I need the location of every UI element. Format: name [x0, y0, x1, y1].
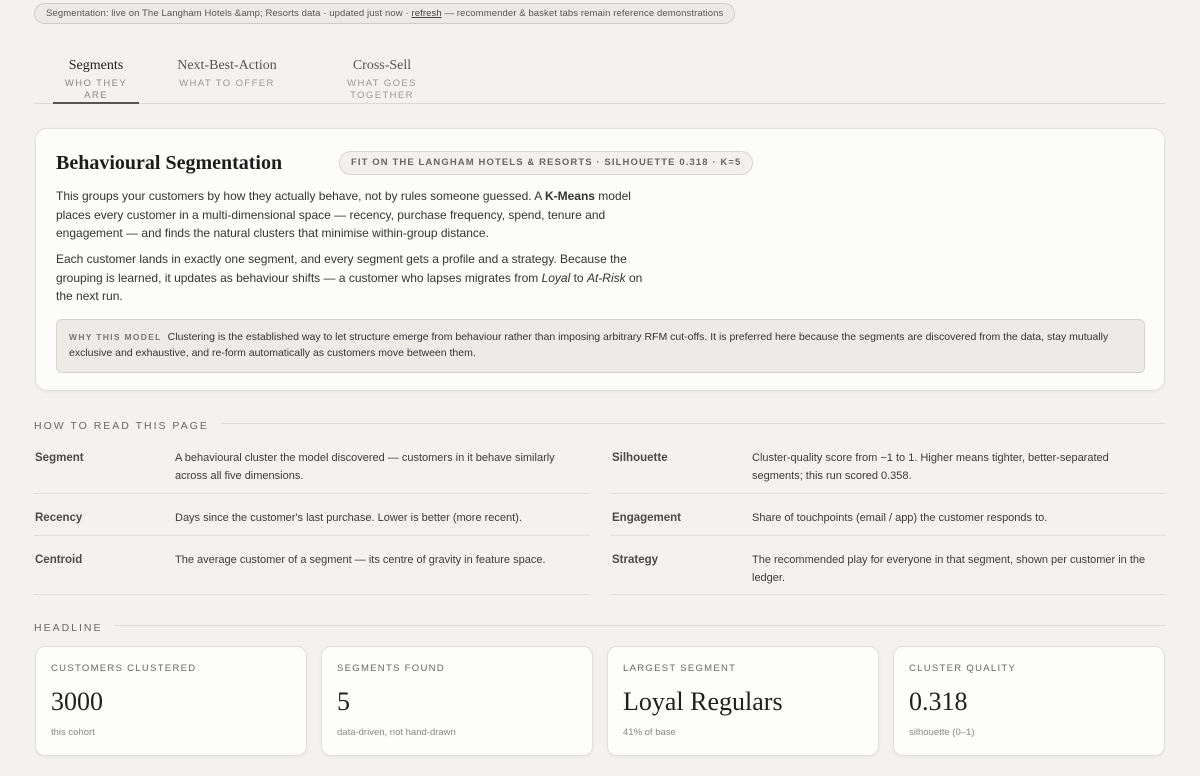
tab-next-best-action[interactable]: Next-Best-Action WHAT TO OFFER: [177, 58, 277, 104]
glossary-definition: The average customer of a segment — its …: [175, 554, 546, 566]
glossary-term: Silhouette: [612, 452, 668, 464]
segmentation-intro-card: Behavioural Segmentation FIT ON THE LANG…: [35, 128, 1165, 391]
tab-segments[interactable]: Segments WHO THEY ARE: [53, 58, 139, 104]
refresh-link[interactable]: refresh: [411, 8, 441, 19]
why-label: WHY THIS MODEL: [69, 332, 162, 342]
glossary-term: Segment: [35, 452, 84, 464]
page-title: Behavioural Segmentation: [56, 152, 283, 174]
tab-subtitle: WHO THEY ARE: [64, 78, 128, 101]
tab-cross-sell[interactable]: Cross-Sell WHAT GOES TOGETHER: [315, 58, 449, 104]
tab-subtitle: WHAT TO OFFER: [179, 78, 275, 89]
headline-heading: HEADLINE: [34, 618, 1165, 634]
tab-title: Next-Best-Action: [177, 58, 277, 73]
metric-value: Loyal Regulars: [623, 687, 783, 716]
tab-bar: Segments WHO THEY ARE Next-Best-Action W…: [34, 58, 1165, 104]
tab-title: Segments: [68, 58, 124, 73]
how-to-read-heading: HOW TO READ THIS PAGE: [34, 416, 1165, 432]
glossary-definition: Cluster-quality score from −1 to 1. High…: [752, 452, 1109, 482]
why-text: Clustering is the established way to let…: [69, 331, 1109, 359]
glossary-term: Engagement: [612, 512, 682, 524]
metric-card-cluster-quality: CLUSTER QUALITY 0.318 silhouette (0–1): [893, 646, 1165, 756]
tab-title: Cross-Sell: [352, 58, 412, 73]
model-name: K-Means: [544, 189, 595, 203]
data-status-banner: Segmentation: live on The Langham Hotels…: [34, 3, 736, 24]
status-text: Segmentation: live on The Langham Hotels…: [46, 8, 412, 19]
metric-value: 5: [337, 687, 350, 716]
metric-note: 41% of base: [623, 727, 676, 738]
metric-label: CUSTOMERS CLUSTERED: [51, 663, 197, 674]
metric-note: data-driven, not hand-drawn: [337, 727, 456, 738]
metric-label: SEGMENTS FOUND: [337, 663, 445, 674]
intro-paragraph: This groups your customers by how they a…: [56, 189, 631, 240]
glossary-term: Strategy: [612, 554, 659, 566]
glossary-definition: The recommended play for everyone in tha…: [752, 554, 1146, 584]
glossary-term: Recency: [35, 512, 83, 524]
status-note: — recommender & basket tabs remain refer…: [441, 8, 724, 19]
metric-note: this cohort: [51, 727, 95, 738]
metric-card-largest-segment: LARGEST SEGMENT Loyal Regulars 41% of ba…: [607, 646, 879, 756]
model-fit-badge: FIT ON THE LANGHAM HOTELS & RESORTS · SI…: [339, 151, 754, 175]
metric-value: 0.318: [909, 687, 968, 716]
metric-label: CLUSTER QUALITY: [909, 663, 1017, 674]
metric-card-segments-found: SEGMENTS FOUND 5 data-driven, not hand-d…: [321, 646, 593, 756]
glossary-term: Centroid: [35, 554, 83, 566]
metric-note: silhouette (0–1): [909, 727, 975, 738]
glossary-definition: Days since the customer's last purchase.…: [175, 512, 522, 524]
why-this-model-box: WHY THIS MODEL Clustering is the establis…: [56, 319, 1145, 373]
metric-value: 3000: [51, 687, 103, 716]
intro-paragraph: Each customer lands in exactly one segme…: [56, 252, 643, 303]
metric-card-customers-clustered: CUSTOMERS CLUSTERED 3000 this cohort: [35, 646, 307, 756]
glossary-definition: Share of touchpoints (email / app) the c…: [752, 512, 1048, 524]
glossary-definition: A behavioural cluster the model discover…: [175, 452, 555, 482]
tab-subtitle: WHAT GOES TOGETHER: [347, 78, 417, 101]
metric-label: LARGEST SEGMENT: [623, 663, 737, 674]
